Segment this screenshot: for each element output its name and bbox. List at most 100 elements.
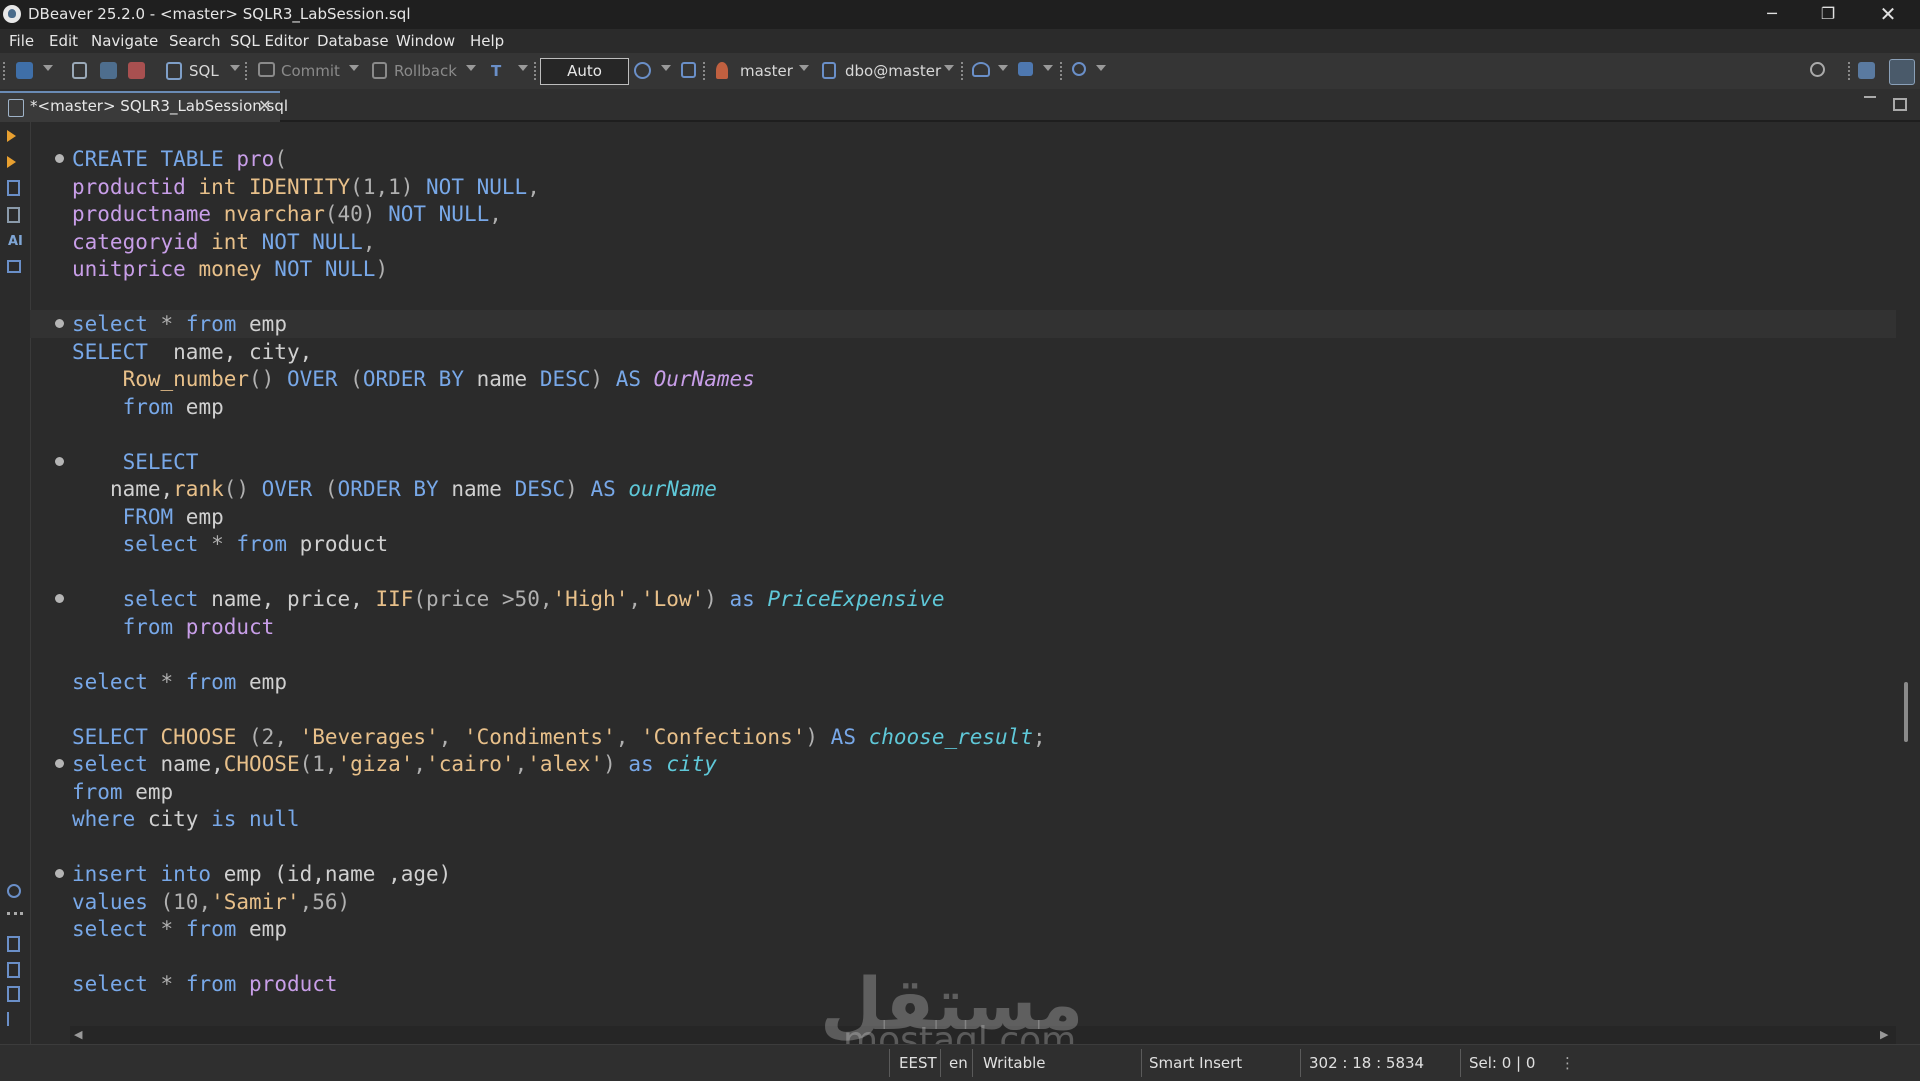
sql-editor-button[interactable]: SQL: [189, 59, 219, 83]
code-line[interactable]: [30, 420, 1896, 448]
code-line[interactable]: [30, 695, 1896, 723]
execute-statement-icon[interactable]: [7, 130, 16, 142]
history-icon[interactable]: [634, 62, 651, 79]
fold-marker-icon[interactable]: [55, 154, 64, 163]
menu-help[interactable]: Help: [470, 32, 504, 50]
active-schema-selector[interactable]: dbo@master: [845, 59, 941, 83]
fold-marker-icon[interactable]: [55, 759, 64, 768]
commit-dropdown-icon[interactable]: [349, 65, 359, 71]
schema-dropdown-icon[interactable]: [944, 65, 954, 71]
rollback-dropdown-icon[interactable]: [466, 65, 476, 71]
sql-editor-icon[interactable]: [166, 62, 182, 80]
code-line[interactable]: Row_number() OVER (ORDER BY name DESC) A…: [30, 365, 1896, 393]
fold-marker-icon[interactable]: [55, 319, 64, 328]
code-line[interactable]: CREATE TABLE pro(: [30, 145, 1896, 173]
toolbar-grip[interactable]: [703, 62, 707, 80]
rollback-icon[interactable]: [372, 62, 387, 79]
status-write-mode[interactable]: Writable: [983, 1054, 1045, 1072]
code-line[interactable]: select * from product: [30, 530, 1896, 558]
print-dropdown-icon[interactable]: [1043, 65, 1053, 71]
commit-button[interactable]: Commit: [281, 59, 340, 83]
code-line[interactable]: select name,CHOOSE(1,'giza','cairo','ale…: [30, 750, 1896, 778]
code-line[interactable]: select * from emp: [30, 915, 1896, 943]
transaction-mode-dropdown-icon[interactable]: [518, 65, 528, 71]
scroll-left-arrow-icon[interactable]: ◀: [74, 1028, 82, 1041]
close-button[interactable]: ✕: [1860, 0, 1916, 29]
menu-sql-editor[interactable]: SQL Editor: [230, 32, 309, 50]
toolbar-grip[interactable]: [961, 62, 965, 80]
toolbar-grip[interactable]: [1060, 62, 1064, 80]
menu-navigate[interactable]: Navigate: [91, 32, 158, 50]
search-dropdown-icon[interactable]: [1096, 65, 1106, 71]
menu-edit[interactable]: Edit: [49, 32, 78, 50]
toolbar-grip[interactable]: [534, 62, 538, 80]
save-script-icon[interactable]: [7, 986, 20, 1002]
code-line[interactable]: productname nvarchar(40) NOT NULL,: [30, 200, 1896, 228]
code-line[interactable]: SELECT: [30, 448, 1896, 476]
vertical-scrollbar[interactable]: [1896, 122, 1920, 1044]
load-script-icon[interactable]: [7, 962, 20, 978]
execute-script-icon[interactable]: [7, 180, 20, 196]
code-line[interactable]: [30, 558, 1896, 586]
code-line[interactable]: where city is null: [30, 805, 1896, 833]
tab-sql-editor[interactable]: *<master> SQLR3_LabSession.sql ✕: [0, 91, 288, 122]
outline-icon[interactable]: [7, 1012, 19, 1026]
maximize-view-icon[interactable]: [1893, 98, 1907, 111]
close-tab-icon[interactable]: ✕: [258, 96, 271, 115]
connect-icon[interactable]: [72, 62, 87, 79]
code-line[interactable]: [30, 640, 1896, 668]
menu-search[interactable]: Search: [169, 32, 221, 50]
execute-in-new-tab-icon[interactable]: [7, 156, 16, 168]
rollback-button[interactable]: Rollback: [394, 59, 457, 83]
more-icon[interactable]: [7, 912, 23, 917]
code-line[interactable]: from emp: [30, 393, 1896, 421]
new-connection-icon[interactable]: [16, 62, 33, 79]
datasource-dropdown-icon[interactable]: [799, 65, 809, 71]
commit-icon[interactable]: [258, 62, 275, 77]
history-dropdown-icon[interactable]: [661, 65, 671, 71]
minimize-view-icon[interactable]: [1864, 96, 1876, 100]
fold-marker-icon[interactable]: [55, 456, 64, 466]
toolbar-grip[interactable]: [245, 62, 249, 80]
ai-assistant-icon[interactable]: AI: [8, 234, 23, 249]
toolbar-grip[interactable]: [3, 62, 7, 80]
toolbar-grip[interactable]: [1848, 62, 1852, 80]
sql-dropdown-icon[interactable]: [230, 65, 240, 71]
menu-file[interactable]: File: [9, 32, 34, 50]
code-line[interactable]: [30, 833, 1896, 861]
code-line[interactable]: FROM emp: [30, 503, 1896, 531]
transaction-mode-field[interactable]: Auto: [540, 58, 629, 85]
dashboard-icon[interactable]: [972, 62, 990, 77]
status-cursor-position[interactable]: 302 : 18 : 5834: [1309, 1054, 1424, 1072]
scroll-right-arrow-icon[interactable]: ▶: [1880, 1028, 1888, 1041]
output-panel-icon[interactable]: [7, 260, 21, 273]
code-line[interactable]: unitprice money NOT NULL): [30, 255, 1896, 283]
status-more-icon[interactable]: ⋮: [1560, 1054, 1575, 1072]
maximize-button[interactable]: ❐: [1800, 0, 1856, 29]
code-line[interactable]: SELECT name, city,: [30, 338, 1896, 366]
code-line[interactable]: from emp: [30, 778, 1896, 806]
menu-window[interactable]: Window: [396, 32, 455, 50]
global-search-icon[interactable]: [1810, 62, 1825, 77]
code-line[interactable]: select name, price, IIF(price >50,'High'…: [30, 585, 1896, 613]
lock-icon[interactable]: [681, 62, 696, 78]
code-line[interactable]: name,rank() OVER (ORDER BY name DESC) AS…: [30, 475, 1896, 503]
explain-plan-icon[interactable]: [7, 207, 20, 223]
code-line[interactable]: productid int IDENTITY(1,1) NOT NULL,: [30, 173, 1896, 201]
search-icon[interactable]: [1072, 62, 1086, 76]
code-line[interactable]: select * from emp: [30, 310, 1896, 338]
code-line[interactable]: values (10,'Samir',56): [30, 888, 1896, 916]
active-datasource-selector[interactable]: master: [740, 59, 793, 83]
fold-marker-icon[interactable]: [55, 594, 64, 603]
dbeaver-perspective-icon[interactable]: [1889, 59, 1915, 85]
code-line[interactable]: select * from emp: [30, 668, 1896, 696]
sql-editor-text-area[interactable]: CREATE TABLE pro(productid int IDENTITY(…: [30, 122, 1896, 1022]
fold-marker-icon[interactable]: [55, 869, 64, 878]
menu-database[interactable]: Database: [317, 32, 389, 50]
settings-gear-icon[interactable]: [7, 884, 21, 898]
new-script-icon[interactable]: [7, 936, 20, 952]
code-line[interactable]: SELECT CHOOSE (2, 'Beverages', 'Condimen…: [30, 723, 1896, 751]
reconnect-icon[interactable]: [100, 62, 117, 79]
new-connection-dropdown-icon[interactable]: [43, 65, 53, 71]
disconnect-icon[interactable]: [128, 62, 145, 79]
